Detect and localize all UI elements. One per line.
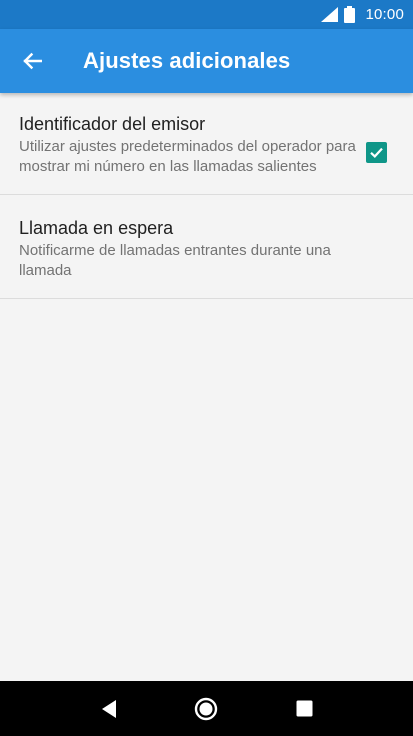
setting-summary: Utilizar ajustes predeterminados del ope… xyxy=(19,138,356,175)
nav-recents-button[interactable] xyxy=(284,689,324,729)
setting-title: Llamada en espera xyxy=(19,218,174,238)
setting-title: Identificador del emisor xyxy=(19,114,206,134)
triangle-back-icon xyxy=(101,699,116,718)
status-time: 10:00 xyxy=(365,6,404,23)
navigation-bar xyxy=(0,681,413,736)
app-bar: Ajustes adicionales xyxy=(0,29,413,93)
setting-call-waiting[interactable]: Llamada en espera Notificarme de llamada… xyxy=(0,195,413,299)
setting-caller-id[interactable]: Identificador del emisor Utilizar ajuste… xyxy=(0,93,413,195)
arrow-left-icon xyxy=(23,52,42,70)
page-title: Ajustes adicionales xyxy=(83,48,291,73)
checkmark-icon xyxy=(370,147,383,158)
screen: 10:00 Ajustes adicionales Identificador … xyxy=(0,0,413,736)
settings-list: Identificador del emisor Utilizar ajuste… xyxy=(0,93,413,299)
nav-home-button[interactable] xyxy=(186,689,226,729)
back-button[interactable] xyxy=(0,29,64,93)
circle-home-icon xyxy=(195,697,218,720)
call-waiting-checkbox[interactable] xyxy=(366,142,387,163)
setting-summary: Notificarme de llamadas entrantes durant… xyxy=(19,242,331,279)
square-recents-icon xyxy=(296,700,313,717)
nav-back-button[interactable] xyxy=(89,689,129,729)
battery-icon xyxy=(344,6,356,23)
signal-icon xyxy=(321,7,339,22)
status-bar: 10:00 xyxy=(0,0,413,29)
